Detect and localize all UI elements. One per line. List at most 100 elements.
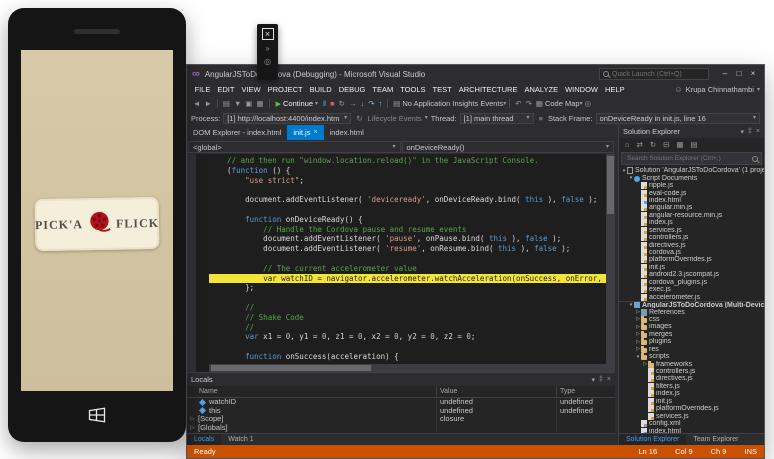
window-position-icon[interactable]: ▾: [740, 128, 744, 136]
tree-item[interactable]: ▾Solution 'AngularJSToDoCordova' (1 proj…: [619, 167, 764, 174]
tree-item[interactable]: services.js: [619, 412, 764, 419]
scope-dropdown[interactable]: <global> ▾: [188, 141, 401, 153]
menu-help[interactable]: HELP: [602, 85, 629, 94]
application-insights-dropdown[interactable]: ▤No Application Insights Events▾: [391, 96, 506, 111]
close-icon[interactable]: ×: [756, 128, 760, 136]
insights-icon[interactable]: ▤: [391, 96, 402, 111]
menu-team[interactable]: TEAM: [369, 85, 397, 94]
windows-home-button[interactable]: [87, 407, 107, 428]
close-icon[interactable]: ×: [607, 376, 611, 384]
close-icon[interactable]: ×: [313, 125, 317, 140]
tree-item[interactable]: exec.js: [619, 286, 764, 293]
tree-item[interactable]: accelerometer.js: [619, 293, 764, 300]
menu-build[interactable]: BUILD: [306, 85, 335, 94]
maximize-icon[interactable]: □: [733, 68, 745, 80]
tree-item[interactable]: directives.js: [619, 241, 764, 248]
solution-explorer-search-input[interactable]: [625, 154, 750, 163]
minimize-icon[interactable]: –: [719, 68, 731, 80]
phone-screen[interactable]: PICK'A FLICK: [21, 50, 173, 391]
open-file-icon[interactable]: ▼: [232, 96, 243, 111]
horizontal-scrollbar[interactable]: [209, 364, 606, 372]
menu-analyze[interactable]: ANALYZE: [521, 85, 562, 94]
tree-item[interactable]: init.js: [619, 398, 764, 405]
menu-window[interactable]: WINDOW: [562, 85, 602, 94]
horizontal-scrollbar-thumb[interactable]: [211, 365, 371, 371]
tree-item[interactable]: init.js: [619, 264, 764, 271]
tab-team-explorer[interactable]: Team Explorer: [686, 434, 745, 445]
pin-icon[interactable]: ‡: [599, 376, 603, 384]
tree-item[interactable]: eval-code.js: [619, 189, 764, 196]
new-file-icon[interactable]: ▤: [221, 96, 232, 111]
pin-icon[interactable]: ‡: [748, 128, 752, 136]
step-into-icon[interactable]: ↓: [358, 96, 366, 111]
redo-icon[interactable]: ↷: [524, 96, 534, 111]
expander-icon[interactable]: ▷: [189, 415, 196, 424]
double-chevron-icon[interactable]: »: [265, 45, 269, 53]
menu-project[interactable]: PROJECT: [264, 85, 306, 94]
column-name[interactable]: Name: [187, 386, 437, 397]
menu-view[interactable]: VIEW: [238, 85, 264, 94]
tab-locals[interactable]: Locals: [187, 434, 221, 445]
tree-item[interactable]: index.html: [619, 197, 764, 204]
breakpoint-margin[interactable]: [187, 154, 196, 372]
locals-row[interactable]: thisundefinedundefined: [187, 407, 615, 416]
nav-forward-icon[interactable]: ►: [202, 96, 213, 111]
tree-item[interactable]: index.js: [619, 390, 764, 397]
tree-item[interactable]: ▷images: [619, 323, 764, 330]
tab-index-html[interactable]: index.html: [324, 125, 370, 140]
tree-item[interactable]: directives.js: [619, 375, 764, 382]
tree-item[interactable]: cordova.js: [619, 249, 764, 256]
menu-file[interactable]: FILE: [191, 85, 214, 94]
column-value[interactable]: Value: [437, 386, 557, 397]
tree-item[interactable]: index.js: [619, 219, 764, 226]
menu-architecture[interactable]: ARCHITECTURE: [455, 85, 521, 94]
show-next-statement-icon[interactable]: →: [347, 96, 359, 111]
tab-dom-explorer-index-html[interactable]: DOM Explorer - index.html: [187, 125, 287, 140]
step-out-icon[interactable]: ↑: [377, 96, 385, 111]
tree-item[interactable]: angular.min.js: [619, 204, 764, 211]
code-lines[interactable]: // and then run "window.location.reload(…: [209, 156, 606, 364]
tree-item[interactable]: ▷References: [619, 308, 764, 315]
restart-icon[interactable]: ↻: [337, 96, 347, 111]
tree-item[interactable]: filters.js: [619, 383, 764, 390]
find-icon[interactable]: ◎: [583, 96, 594, 111]
sync-icon[interactable]: ⇄: [635, 137, 645, 152]
stack-frame-dropdown[interactable]: onDeviceReady in init.js, line 16 ▾: [596, 113, 760, 124]
feedback-smiley-icon[interactable]: ☺: [674, 85, 682, 94]
menu-tools[interactable]: TOOLS: [397, 85, 429, 94]
locals-row[interactable]: ▷[Scope]closure: [187, 415, 615, 424]
expander-icon[interactable]: ▷: [189, 424, 196, 433]
step-over-icon[interactable]: ↷: [366, 96, 376, 111]
thread-dropdown[interactable]: [1] main thread ▾: [460, 113, 534, 124]
continue-button[interactable]: ▶Continue▾: [273, 99, 321, 108]
member-dropdown[interactable]: onDeviceReady() ▾: [402, 141, 615, 153]
locals-row[interactable]: ▷[Globals]: [187, 424, 615, 433]
break-all-icon[interactable]: ‖: [321, 96, 328, 111]
tree-item[interactable]: android2.3.jscompat.js: [619, 271, 764, 278]
tab-init-js[interactable]: init.js×: [287, 125, 323, 140]
tree-item[interactable]: ripple.js: [619, 182, 764, 189]
tree-item[interactable]: ▷res: [619, 346, 764, 353]
stop-debug-icon[interactable]: ■: [328, 96, 337, 111]
zoom-icon[interactable]: ◎: [264, 58, 271, 66]
tree-item[interactable]: ▷plugins: [619, 338, 764, 345]
show-all-files-icon[interactable]: ▦: [674, 137, 685, 152]
code-editor[interactable]: // and then run "window.location.reload(…: [187, 154, 615, 372]
code-map-button[interactable]: ▦Code Map▾: [534, 96, 583, 111]
menu-debug[interactable]: DEBUG: [335, 85, 369, 94]
collapse-all-icon[interactable]: ⊟: [661, 137, 671, 152]
menu-test[interactable]: TEST: [429, 85, 455, 94]
locals-panel-header[interactable]: Locals ▾‡×: [187, 373, 615, 386]
tree-item[interactable]: platformOverrides.js: [619, 256, 764, 263]
window-position-icon[interactable]: ▾: [591, 376, 595, 384]
tree-item[interactable]: ▾AngularJSToDoCordova (Multi-Device Hybr…: [619, 301, 764, 308]
quick-launch-input[interactable]: [612, 71, 705, 78]
tab-solution-explorer[interactable]: Solution Explorer: [619, 434, 686, 445]
tree-item[interactable]: ▾Script Documents: [619, 174, 764, 181]
tree-item[interactable]: ▷frameworks: [619, 360, 764, 367]
close-icon[interactable]: ×: [262, 28, 274, 40]
undo-icon[interactable]: ↶: [513, 96, 523, 111]
home-icon[interactable]: ⌂: [623, 137, 632, 152]
tree-item[interactable]: config.xml: [619, 420, 764, 427]
properties-icon[interactable]: ▤: [689, 137, 700, 152]
